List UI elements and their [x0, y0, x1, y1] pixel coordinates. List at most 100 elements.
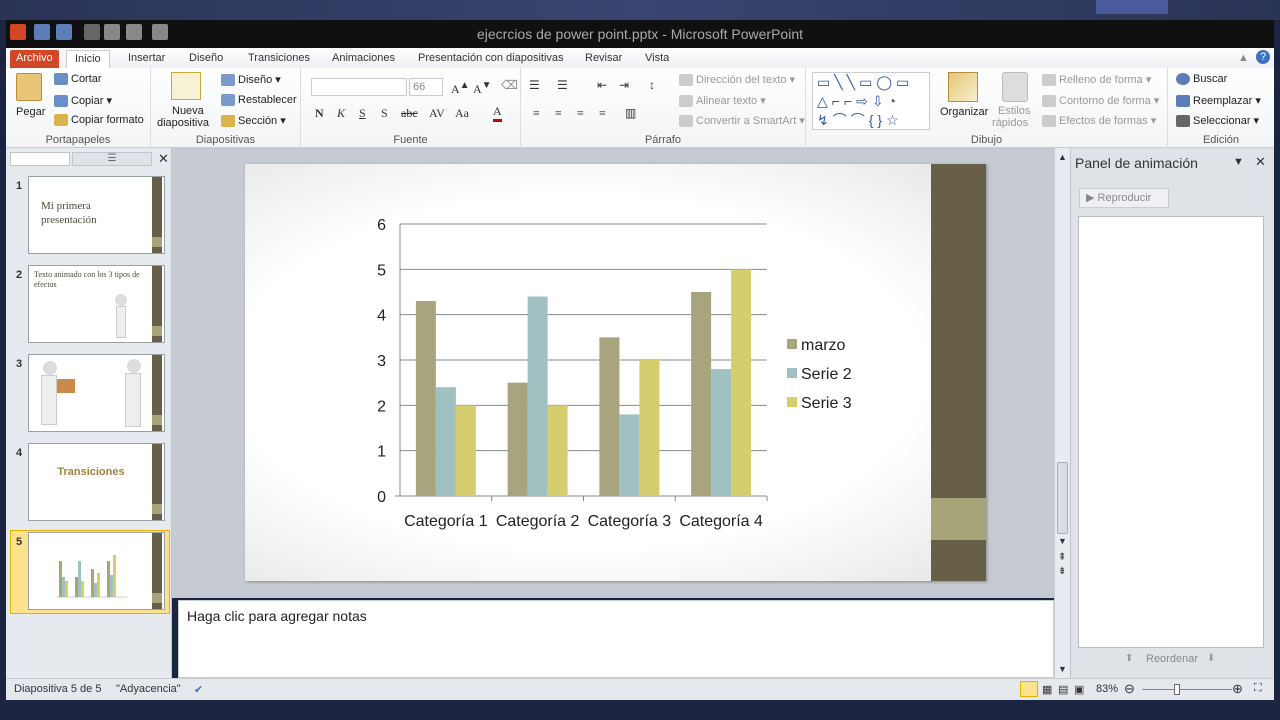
- new-slide-label-1[interactable]: Nueva: [172, 105, 204, 117]
- tab-inicio[interactable]: Inicio: [66, 50, 110, 68]
- cut-button[interactable]: Cortar: [54, 73, 102, 86]
- line-spacing-icon[interactable]: ↕: [649, 78, 655, 93]
- close-pane-icon[interactable]: ✕: [158, 151, 169, 167]
- paste-button[interactable]: Pegar: [16, 106, 45, 118]
- notes-pane[interactable]: Haga clic para agregar notas: [178, 600, 1054, 678]
- help-icon[interactable]: ?: [1256, 50, 1270, 64]
- notes-scroll-down-icon[interactable]: ▼: [1058, 664, 1067, 674]
- play-button[interactable]: ▶ Reproducir: [1079, 188, 1169, 208]
- slide-thumbnails-pane[interactable]: ☰ ✕ 1 Mi primera presentación 2 Texto an…: [6, 148, 172, 678]
- reset-icon: [221, 94, 235, 107]
- numbering-icon[interactable]: ☰: [557, 78, 568, 93]
- tab-vista[interactable]: Vista: [645, 50, 669, 68]
- clear-format-icon[interactable]: ⌫: [501, 78, 518, 93]
- scroll-up-icon[interactable]: ▲: [1058, 152, 1067, 162]
- zoom-in-icon[interactable]: ⊕: [1232, 681, 1243, 697]
- zoom-out-icon[interactable]: ⊖: [1124, 681, 1135, 697]
- bar-chart[interactable]: 0 1 2 3 4 5 6 Categoría 1 Categoría 2 Categoría 3…: [245, 164, 931, 581]
- slide-sorter-icon[interactable]: ▦: [1042, 683, 1052, 696]
- next-slide-icon[interactable]: ⇟: [1058, 566, 1066, 577]
- tab-diseno[interactable]: Diseño: [189, 50, 223, 68]
- layout-button[interactable]: Diseño ▾: [221, 73, 281, 87]
- tab-insertar[interactable]: Insertar: [128, 50, 165, 68]
- reading-view-icon[interactable]: ▤: [1058, 683, 1068, 696]
- arrange-button[interactable]: Organizar: [940, 106, 988, 118]
- notes-placeholder[interactable]: Haga clic para agregar notas: [187, 608, 367, 624]
- copy-button[interactable]: Copiar ▾: [54, 94, 112, 108]
- shrink-font-icon[interactable]: A▼: [473, 80, 492, 97]
- quick-styles-label-1[interactable]: Estilos: [998, 105, 1030, 117]
- bullets-icon[interactable]: ☰: [529, 78, 540, 93]
- quick-styles-icon[interactable]: [1002, 72, 1028, 102]
- char-spacing-icon[interactable]: AV: [429, 106, 445, 121]
- decrease-indent-icon[interactable]: ⇤: [597, 78, 607, 93]
- vertical-scrollbar[interactable]: ▲ ▼ ⇞ ⇟ ▼: [1054, 148, 1070, 678]
- replace-button[interactable]: Reemplazar ▾: [1176, 94, 1261, 108]
- format-painter-button[interactable]: Copiar formato: [54, 114, 144, 127]
- scroll-thumb[interactable]: [1057, 462, 1068, 534]
- paste-icon[interactable]: [16, 73, 42, 101]
- tab-transiciones[interactable]: Transiciones: [248, 50, 310, 68]
- tab-revisar[interactable]: Revisar: [585, 50, 622, 68]
- quick-styles-label-2[interactable]: rápidos: [992, 117, 1028, 129]
- align-left-icon[interactable]: ≡: [533, 106, 540, 121]
- tab-animaciones[interactable]: Animaciones: [332, 50, 395, 68]
- slideshow-view-icon[interactable]: ▣: [1074, 683, 1084, 696]
- animation-list[interactable]: [1078, 216, 1264, 648]
- shapes-gallery[interactable]: ▭╲╲▭◯▭ △⌐⌐⇨⇩◔ ↯⌒⌒{}☆: [812, 72, 930, 130]
- smartart-button[interactable]: Convertir a SmartArt ▾: [679, 114, 805, 128]
- tab-slides[interactable]: [10, 152, 70, 166]
- font-size-select[interactable]: 66: [409, 78, 443, 96]
- align-right-icon[interactable]: ≡: [577, 106, 584, 121]
- align-center-icon[interactable]: ≡: [555, 106, 562, 121]
- select-button[interactable]: Seleccionar ▾: [1176, 114, 1259, 128]
- zoom-slider-thumb[interactable]: [1174, 684, 1180, 695]
- slide-thumbnail-1[interactable]: Mi primera presentación: [28, 176, 165, 254]
- tab-presentacion[interactable]: Presentación con diapositivas: [418, 50, 564, 68]
- grow-font-icon[interactable]: A▲: [451, 80, 470, 97]
- normal-view-icon[interactable]: [1020, 681, 1038, 697]
- move-up-icon[interactable]: ⬆: [1125, 653, 1133, 664]
- reset-button[interactable]: Restablecer: [221, 94, 297, 107]
- previous-slide-icon[interactable]: ⇞: [1058, 552, 1066, 563]
- zoom-level[interactable]: 83%: [1096, 683, 1118, 695]
- section-button[interactable]: Sección ▾: [221, 114, 286, 128]
- x-tick-label: Categoría 2: [496, 513, 580, 530]
- underline-icon[interactable]: S: [359, 106, 366, 121]
- new-slide-label-2[interactable]: diapositiva: [157, 117, 209, 129]
- bold-icon[interactable]: N: [315, 106, 324, 121]
- shadow-icon[interactable]: S: [381, 106, 388, 121]
- tab-archivo[interactable]: Archivo: [10, 50, 59, 68]
- fit-to-window-icon[interactable]: ⛶: [1254, 682, 1262, 695]
- change-case-icon[interactable]: Aa: [455, 106, 469, 121]
- scroll-down-icon[interactable]: ▼: [1058, 536, 1067, 546]
- slide-thumbnail-5[interactable]: [28, 532, 165, 610]
- new-slide-icon[interactable]: [171, 72, 201, 100]
- move-down-icon[interactable]: ⬇: [1207, 653, 1215, 664]
- align-text-button[interactable]: Alinear texto ▾: [679, 94, 766, 108]
- current-slide[interactable]: 0 1 2 3 4 5 6 Categoría 1 Categoría 2 Categoría 3…: [245, 164, 986, 581]
- pane-options-icon[interactable]: ▼: [1233, 156, 1244, 168]
- shape-outline-button[interactable]: Contorno de forma ▾: [1042, 94, 1159, 108]
- font-color-icon[interactable]: A: [493, 104, 502, 122]
- columns-icon[interactable]: ▥: [625, 106, 636, 121]
- spellcheck-icon[interactable]: ✔: [194, 683, 203, 696]
- find-button[interactable]: Buscar: [1176, 73, 1227, 86]
- zoom-slider[interactable]: [1142, 689, 1232, 690]
- shape-fill-button[interactable]: Relleno de forma ▾: [1042, 73, 1151, 87]
- text-direction-button[interactable]: Dirección del texto ▾: [679, 73, 795, 87]
- tab-outline[interactable]: ☰: [72, 152, 152, 166]
- increase-indent-icon[interactable]: ⇥: [619, 78, 629, 93]
- slide-thumbnail-3[interactable]: [28, 354, 165, 432]
- close-icon[interactable]: ✕: [1255, 154, 1266, 170]
- italic-icon[interactable]: K: [337, 106, 345, 121]
- justify-icon[interactable]: ≡: [599, 106, 606, 121]
- font-family-select[interactable]: [311, 78, 407, 96]
- y-tick-label: 0: [377, 489, 386, 506]
- minimize-ribbon-icon[interactable]: ▲: [1238, 50, 1249, 68]
- shape-effects-button[interactable]: Efectos de formas ▾: [1042, 114, 1156, 128]
- arrange-icon[interactable]: [948, 72, 978, 102]
- strikethrough-icon[interactable]: abc: [401, 106, 418, 121]
- slide-thumbnail-4[interactable]: Transiciones: [28, 443, 165, 521]
- slide-thumbnail-2[interactable]: Texto animado con los 3 tipos de efectos: [28, 265, 165, 343]
